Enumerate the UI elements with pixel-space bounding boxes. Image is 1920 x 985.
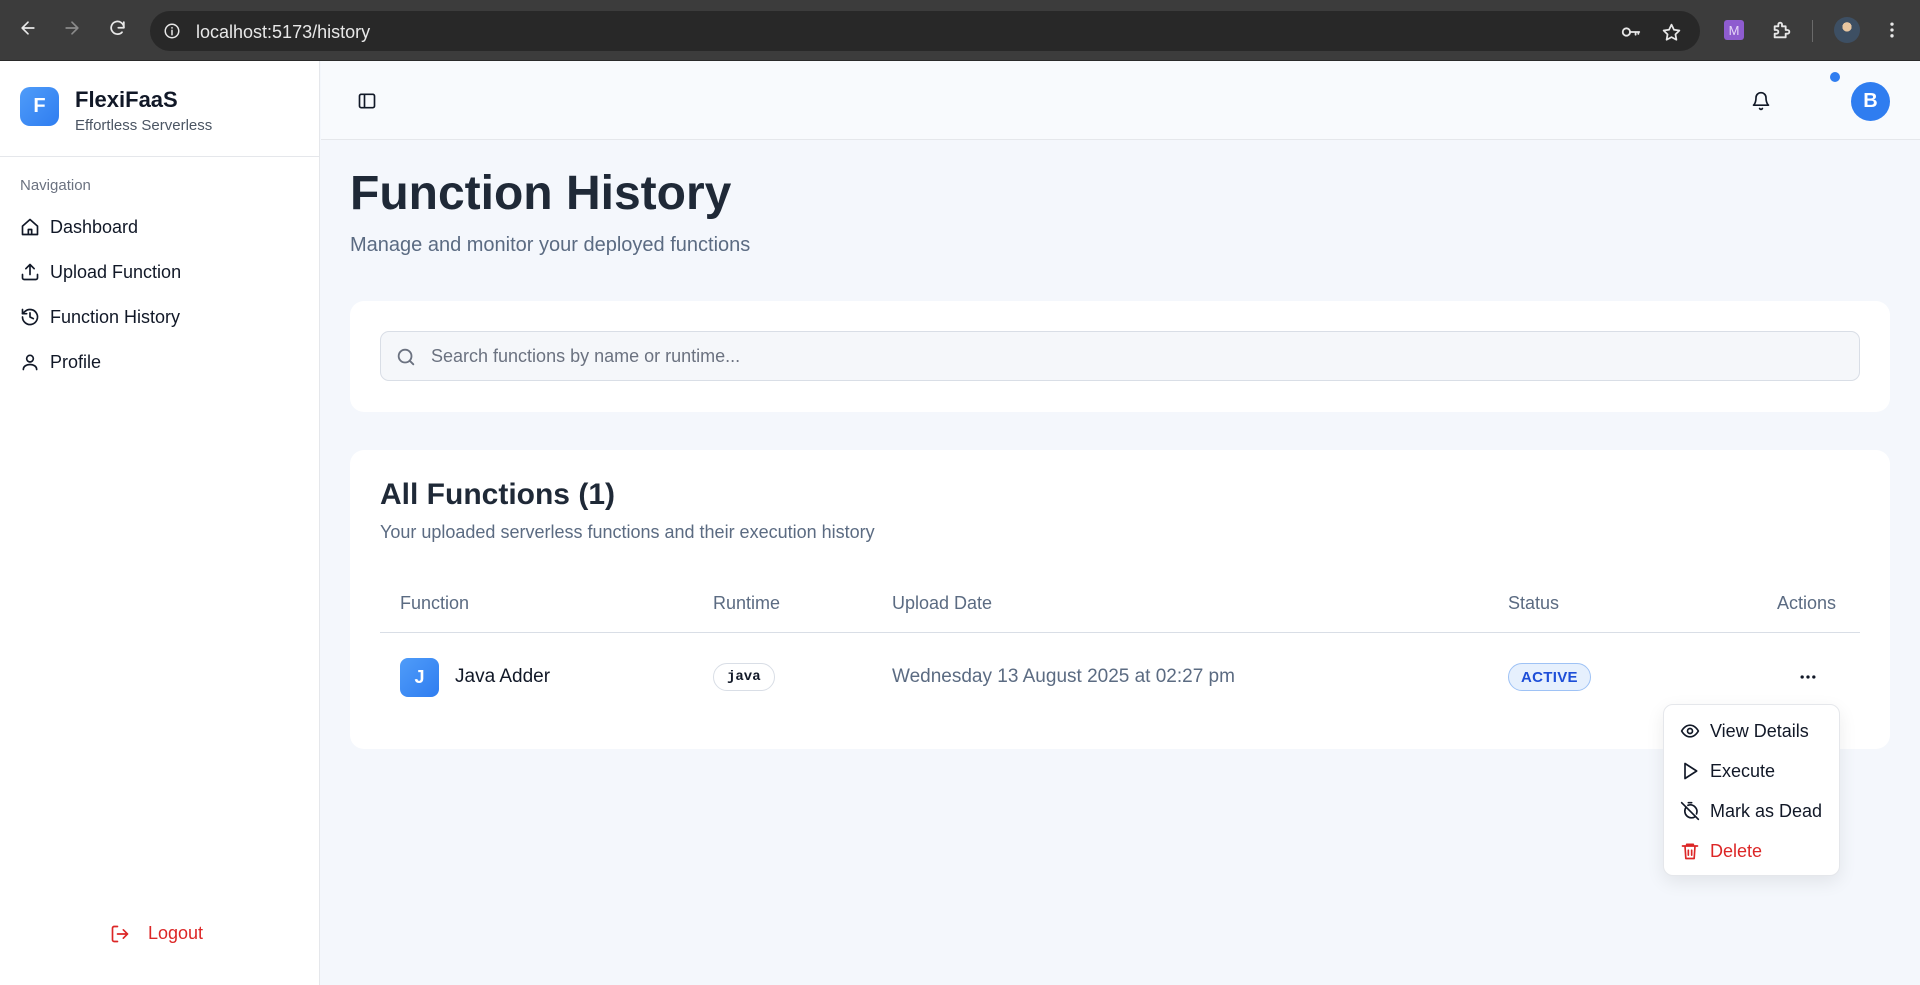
functions-card: All Functions (1) Your uploaded serverle… xyxy=(350,450,1890,749)
url-text: localhost:5173/history xyxy=(196,22,371,42)
actions-menu: View Details Execute Mark as Dead Delete xyxy=(1663,704,1840,876)
column-header-actions: Actions xyxy=(1777,593,1837,613)
back-button[interactable] xyxy=(14,14,42,42)
runtime-badge: java xyxy=(713,663,775,691)
bookmark-star-icon[interactable] xyxy=(1660,21,1682,43)
menu-item-mark-as-dead[interactable]: Mark as Dead xyxy=(1680,796,1822,826)
sidebar-item-label: Upload Function xyxy=(50,261,182,282)
user-avatar[interactable]: B xyxy=(1851,82,1890,121)
trash-icon xyxy=(1681,843,1699,860)
page-subtitle: Manage and monitor your deployed functio… xyxy=(350,234,751,256)
logout-label: Logout xyxy=(148,923,204,943)
reload-button[interactable] xyxy=(103,14,131,42)
reload-icon xyxy=(109,20,125,35)
function-avatar: J xyxy=(400,658,439,697)
bell-icon xyxy=(1752,91,1770,111)
timer-off-icon xyxy=(1680,801,1700,821)
password-key-icon[interactable] xyxy=(1620,21,1642,43)
sidebar: F FlexiFaaS Effortless Serverless Naviga… xyxy=(0,61,320,985)
sidebar-item-label: Profile xyxy=(50,351,102,372)
browser-menu-icon[interactable] xyxy=(1878,16,1906,44)
arrow-left-icon xyxy=(21,21,35,35)
sidebar-item-label: Function History xyxy=(50,306,181,327)
upload-icon xyxy=(21,263,39,281)
column-header-function: Function xyxy=(400,593,470,613)
menu-item-view-details[interactable]: View Details xyxy=(1680,716,1809,746)
functions-subtitle: Your uploaded serverless functions and t… xyxy=(380,522,875,542)
search-icon xyxy=(397,348,415,366)
logout-button[interactable]: Logout xyxy=(110,923,203,944)
user-icon xyxy=(22,354,38,371)
history-icon xyxy=(21,308,39,326)
logout-icon xyxy=(111,925,129,942)
menu-item-label: View Details xyxy=(1710,720,1809,741)
site-info-icon[interactable] xyxy=(162,21,182,41)
notifications-button[interactable] xyxy=(1749,89,1773,113)
sidebar-item-profile[interactable]: Profile xyxy=(20,346,101,378)
panel-left-icon xyxy=(358,93,376,109)
menu-item-delete[interactable]: Delete xyxy=(1680,836,1762,866)
upload-date: Wednesday 13 August 2025 at 02:27 pm xyxy=(892,666,1235,687)
home-icon xyxy=(21,218,39,236)
arrow-right-icon xyxy=(65,21,79,35)
status-badge: ACTIVE xyxy=(1508,663,1591,691)
extensions-puzzle-icon[interactable] xyxy=(1768,16,1796,44)
top-header: B xyxy=(321,61,1920,140)
notification-dot xyxy=(1830,72,1840,82)
menu-item-label: Delete xyxy=(1710,840,1763,861)
extension-m-icon[interactable]: M xyxy=(1720,16,1748,44)
forward-button[interactable] xyxy=(58,14,86,42)
toolbar-separator xyxy=(1812,20,1813,42)
address-bar[interactable]: localhost:5173/history xyxy=(150,11,1700,51)
more-horizontal-icon xyxy=(1800,675,1816,679)
table-row[interactable]: J Java Adder java Wednesday 13 August 20… xyxy=(380,633,1860,718)
menu-item-label: Mark as Dead xyxy=(1710,800,1823,821)
browser-toolbar: localhost:5173/history M xyxy=(0,0,1920,61)
brand-logo: F xyxy=(20,87,59,126)
page-title: Function History xyxy=(350,167,732,220)
sidebar-item-upload-function[interactable]: Upload Function xyxy=(20,256,181,288)
column-header-runtime: Runtime xyxy=(713,593,781,613)
row-actions-button[interactable] xyxy=(1793,663,1823,691)
sidebar-toggle-button[interactable] xyxy=(355,89,379,113)
menu-item-execute[interactable]: Execute xyxy=(1680,756,1775,786)
function-name: Java Adder xyxy=(455,666,551,687)
column-header-status: Status xyxy=(1508,593,1560,613)
extension-m-label: M xyxy=(1724,20,1744,40)
menu-item-label: Execute xyxy=(1710,760,1776,781)
brand-name: FlexiFaaS xyxy=(75,87,178,112)
play-icon xyxy=(1684,762,1698,780)
column-header-upload-date: Upload Date xyxy=(892,593,993,613)
brand-tagline: Effortless Serverless xyxy=(75,117,213,134)
sidebar-item-function-history[interactable]: Function History xyxy=(20,301,180,333)
profile-avatar-icon[interactable] xyxy=(1833,16,1861,44)
eye-icon xyxy=(1680,724,1700,738)
sidebar-item-dashboard[interactable]: Dashboard xyxy=(20,211,138,243)
functions-title: All Functions (1) xyxy=(380,478,615,511)
search-card xyxy=(350,301,1890,412)
nav-heading: Navigation xyxy=(20,177,91,194)
search-input[interactable] xyxy=(431,332,1831,380)
sidebar-item-label: Dashboard xyxy=(50,216,139,237)
search-box[interactable] xyxy=(380,331,1860,381)
sidebar-divider xyxy=(0,156,319,157)
